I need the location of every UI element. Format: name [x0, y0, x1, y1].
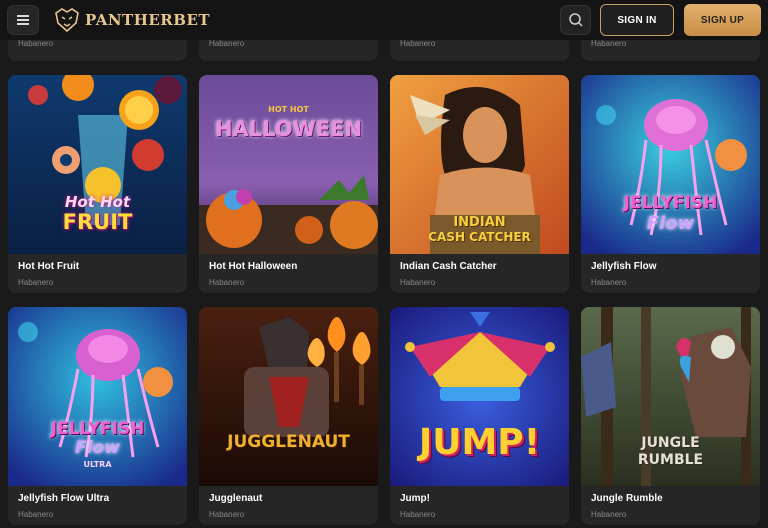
- game-provider: Habanero: [400, 510, 436, 519]
- game-card[interactable]: JELLYFISH Flow ULTRA Jellyfish Flow Ultr…: [8, 307, 187, 525]
- game-art-title: RUMBLE: [637, 452, 704, 468]
- game-title: Indian Cash Catcher: [400, 261, 497, 272]
- game-card[interactable]: JELLYFISH Flow Jellyfish Flow Habanero: [581, 75, 760, 293]
- game-thumbnail[interactable]: Hot Hot FRUIT: [8, 75, 187, 254]
- game-provider: Habanero: [591, 278, 627, 287]
- game-title: Jellyfish Flow Ultra: [18, 493, 110, 504]
- game-title: Hot Hot Halloween: [209, 261, 298, 272]
- game-title: Jungle Rumble: [591, 493, 663, 504]
- game-provider: Habanero: [18, 510, 54, 519]
- game-card[interactable]: JUGGLENAUT Jugglenaut Habanero: [199, 307, 378, 525]
- game-provider: Habanero: [400, 278, 436, 287]
- game-thumbnail[interactable]: JELLYFISH Flow ULTRA: [8, 307, 187, 486]
- game-card[interactable]: JUMP! Jump! Habanero: [390, 307, 569, 525]
- search-icon: [568, 13, 583, 27]
- game-art-title: JUGGLENAUT: [227, 432, 350, 452]
- game-art-title: INDIAN: [453, 215, 506, 230]
- game-art-title: JUMP!: [418, 422, 541, 463]
- game-thumbnail[interactable]: JELLYFISH Flow: [581, 75, 760, 254]
- game-art-title: Flow: [75, 438, 120, 458]
- games-grid: Habanero Habanero Habanero Habanero Hot …: [0, 0, 768, 528]
- game-art-title: HALLOWEEN: [214, 117, 363, 141]
- game-title: Jellyfish Flow: [591, 261, 657, 272]
- game-card[interactable]: JUNGLE RUMBLE Jungle Rumble Habanero: [581, 307, 760, 525]
- game-art-title: JUNGLE: [641, 435, 700, 451]
- hamburger-icon: [17, 15, 29, 25]
- game-art-title: Flow: [646, 213, 695, 234]
- game-title: Hot Hot Fruit: [18, 261, 80, 272]
- game-provider: Habanero: [18, 278, 54, 287]
- game-thumbnail[interactable]: HOT HOT HALLOWEEN: [199, 75, 378, 254]
- game-thumbnail[interactable]: INDIAN CASH CATCHER: [390, 75, 569, 254]
- game-thumbnail[interactable]: JUNGLE RUMBLE: [581, 307, 760, 486]
- top-navigation-bar: PANTHERBET SIGN IN SIGN UP: [0, 0, 768, 40]
- game-art-title: JELLYFISH: [623, 193, 718, 213]
- game-provider: Habanero: [209, 510, 245, 519]
- game-art-title: CASH CATCHER: [428, 230, 531, 244]
- search-button[interactable]: [560, 5, 591, 35]
- game-title: Jugglenaut: [209, 493, 263, 504]
- game-art-title: HOT HOT: [268, 105, 309, 114]
- game-thumbnail[interactable]: JUGGLENAUT: [199, 307, 378, 486]
- game-art-title: Hot Hot: [64, 193, 131, 211]
- game-art-title: ULTRA: [83, 460, 112, 469]
- game-provider: Habanero: [209, 278, 245, 287]
- menu-button[interactable]: [7, 5, 39, 35]
- game-provider: Habanero: [209, 39, 245, 48]
- game-art-title: JELLYFISH: [50, 419, 145, 439]
- game-thumbnail[interactable]: JUMP!: [390, 307, 569, 486]
- panther-logo-icon: [55, 8, 79, 33]
- game-provider: Habanero: [400, 39, 436, 48]
- game-provider: Habanero: [18, 39, 54, 48]
- sign-up-button[interactable]: SIGN UP: [684, 4, 761, 36]
- game-title: Jump!: [400, 493, 430, 504]
- logo-text: PANTHERBET: [85, 11, 211, 29]
- game-provider: Habanero: [591, 510, 627, 519]
- sign-in-button[interactable]: SIGN IN: [600, 4, 674, 36]
- game-card[interactable]: HOT HOT HALLOWEEN Hot Hot Halloween Haba…: [199, 75, 378, 293]
- logo[interactable]: PANTHERBET: [52, 5, 210, 35]
- game-provider: Habanero: [591, 39, 627, 48]
- game-card[interactable]: Hot Hot FRUIT Hot Hot Fruit Habanero: [8, 75, 187, 293]
- game-card[interactable]: INDIAN CASH CATCHER Indian Cash Catcher …: [390, 75, 569, 293]
- game-art-title: FRUIT: [62, 210, 133, 234]
